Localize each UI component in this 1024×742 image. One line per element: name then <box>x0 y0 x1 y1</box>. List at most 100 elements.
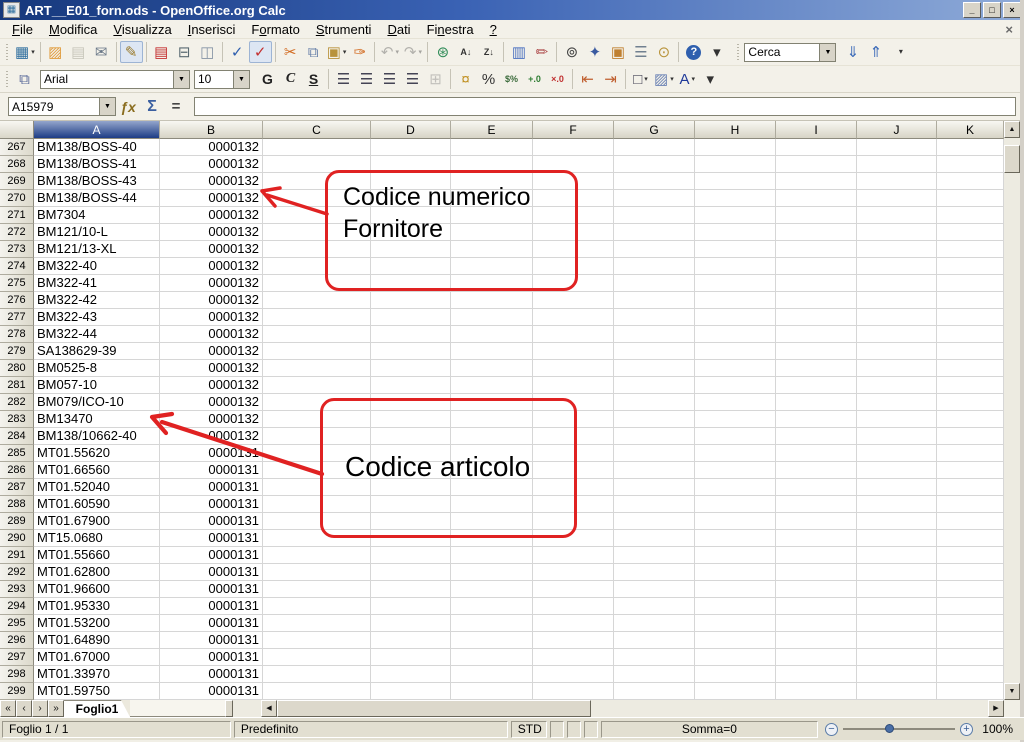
cell-empty[interactable] <box>937 275 1004 292</box>
standard-format-button[interactable]: $% <box>500 68 523 90</box>
cell-empty[interactable] <box>695 173 776 190</box>
insert-chart-button[interactable]: ▥ <box>507 41 530 63</box>
cell-codice-articolo[interactable]: MT01.67000 <box>34 649 160 666</box>
find-toolbar-overflow-button[interactable]: ▾ <box>889 41 912 63</box>
cell-empty[interactable] <box>371 343 451 360</box>
row-header[interactable]: 275 <box>0 275 34 292</box>
cell-empty[interactable] <box>937 445 1004 462</box>
delete-decimal-button[interactable]: ×.0 <box>546 68 569 90</box>
cell-empty[interactable] <box>371 139 451 156</box>
cell-empty[interactable] <box>451 581 533 598</box>
cell-codice-articolo[interactable]: BM138/BOSS-43 <box>34 173 160 190</box>
paste-button[interactable]: ▣ ▾ <box>325 41 349 63</box>
cell-codice-articolo[interactable]: BM7304 <box>34 207 160 224</box>
cell-empty[interactable] <box>614 411 695 428</box>
cell-empty[interactable] <box>263 139 371 156</box>
cell-empty[interactable] <box>937 462 1004 479</box>
row-header[interactable]: 298 <box>0 666 34 683</box>
cell-empty[interactable] <box>451 615 533 632</box>
cell-empty[interactable] <box>695 139 776 156</box>
scrollbar-splitter[interactable] <box>225 700 233 717</box>
menu-item-dati[interactable]: Dati <box>379 21 418 38</box>
row-header[interactable]: 287 <box>0 479 34 496</box>
selection-mode-status[interactable]: STD <box>510 720 547 738</box>
cell-empty[interactable] <box>614 377 695 394</box>
cell-empty[interactable] <box>263 581 371 598</box>
cell-codice-fornitore[interactable]: 0000132 <box>160 360 263 377</box>
cell-empty[interactable] <box>695 156 776 173</box>
cell-empty[interactable] <box>857 615 937 632</box>
cell-empty[interactable] <box>533 309 614 326</box>
underline-button[interactable]: S <box>302 68 325 90</box>
autospellcheck-button[interactable]: ✓ <box>248 41 272 63</box>
row-header[interactable]: 280 <box>0 360 34 377</box>
cell-empty[interactable] <box>857 496 937 513</box>
align-center-button[interactable]: ☰ <box>355 68 378 90</box>
cell-codice-articolo[interactable]: MT01.53200 <box>34 615 160 632</box>
scroll-up-icon[interactable]: ▲ <box>1004 121 1020 138</box>
cell-empty[interactable] <box>371 632 451 649</box>
cell-empty[interactable] <box>614 530 695 547</box>
cell-codice-fornitore[interactable]: 0000131 <box>160 615 263 632</box>
cell-empty[interactable] <box>857 207 937 224</box>
currency-format-button[interactable]: ¤ <box>454 68 477 90</box>
row-header[interactable]: 291 <box>0 547 34 564</box>
cell-empty[interactable] <box>695 241 776 258</box>
cell-empty[interactable] <box>451 666 533 683</box>
sum-status[interactable]: Somma=0 <box>600 720 818 738</box>
scroll-right-icon[interactable]: ▶ <box>988 700 1004 717</box>
cell-empty[interactable] <box>614 275 695 292</box>
cell-empty[interactable] <box>614 224 695 241</box>
new-document-button[interactable]: ▦ ▾ <box>13 41 37 63</box>
formula-input[interactable] <box>194 97 1016 116</box>
cell-empty[interactable] <box>695 411 776 428</box>
cell-empty[interactable] <box>695 666 776 683</box>
column-header-c[interactable]: C <box>263 121 371 139</box>
menu-item-inserisci[interactable]: Inserisci <box>180 21 244 38</box>
cell-empty[interactable] <box>695 445 776 462</box>
cell-empty[interactable] <box>371 326 451 343</box>
cell-empty[interactable] <box>857 173 937 190</box>
cell-empty[interactable] <box>776 224 857 241</box>
cell-codice-fornitore[interactable]: 0000132 <box>160 139 263 156</box>
cell-empty[interactable] <box>614 598 695 615</box>
cell-empty[interactable] <box>776 139 857 156</box>
cell-empty[interactable] <box>695 428 776 445</box>
row-header[interactable]: 282 <box>0 394 34 411</box>
sort-descending-button[interactable]: Z↓ <box>477 41 500 63</box>
cell-empty[interactable] <box>695 207 776 224</box>
cell-empty[interactable] <box>695 224 776 241</box>
cell-empty[interactable] <box>533 292 614 309</box>
cell-codice-fornitore[interactable]: 0000132 <box>160 343 263 360</box>
menu-item-visualizza[interactable]: Visualizza <box>105 21 179 38</box>
spellcheck-button[interactable]: ✓ <box>226 41 249 63</box>
cell-empty[interactable] <box>695 479 776 496</box>
cell-empty[interactable] <box>263 309 371 326</box>
toolbar-grip[interactable] <box>5 42 10 62</box>
cell-empty[interactable] <box>695 547 776 564</box>
close-button[interactable]: × <box>1003 2 1021 18</box>
row-header[interactable]: 277 <box>0 309 34 326</box>
cell-codice-fornitore[interactable]: 0000131 <box>160 564 263 581</box>
cell-empty[interactable] <box>695 496 776 513</box>
cell-empty[interactable] <box>695 326 776 343</box>
print-button[interactable]: ⊟ <box>173 41 196 63</box>
cell-codice-fornitore[interactable]: 0000131 <box>160 530 263 547</box>
column-header-a[interactable]: A <box>34 121 160 139</box>
cell-empty[interactable] <box>776 666 857 683</box>
cell-empty[interactable] <box>937 615 1004 632</box>
cell-empty[interactable] <box>533 377 614 394</box>
cell-empty[interactable] <box>937 649 1004 666</box>
row-header[interactable]: 297 <box>0 649 34 666</box>
cell-empty[interactable] <box>263 326 371 343</box>
cell-empty[interactable] <box>614 241 695 258</box>
cell-empty[interactable] <box>776 445 857 462</box>
cell-empty[interactable] <box>857 241 937 258</box>
cell-empty[interactable] <box>533 598 614 615</box>
cell-empty[interactable] <box>451 377 533 394</box>
cell-empty[interactable] <box>533 547 614 564</box>
cell-empty[interactable] <box>857 581 937 598</box>
cell-empty[interactable] <box>776 632 857 649</box>
cell-codice-articolo[interactable]: BM121/10-L <box>34 224 160 241</box>
cell-empty[interactable] <box>776 581 857 598</box>
